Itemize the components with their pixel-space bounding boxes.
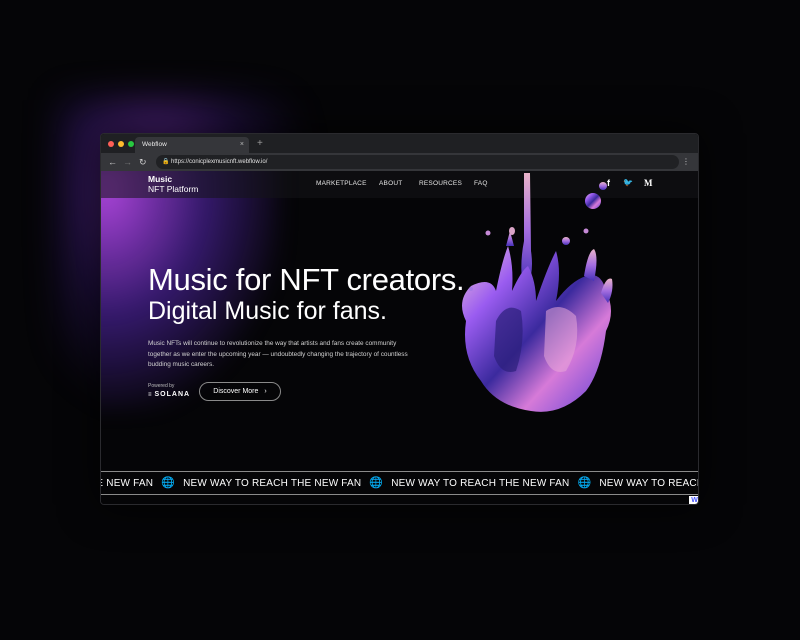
powered-by-label: Powered by [148, 383, 175, 389]
marquee-item: HE NEW FAN [101, 478, 154, 489]
marquee-item: NEW WAY TO REACH THE NEW FAN [183, 478, 362, 489]
chevron-right-icon: › [264, 388, 267, 395]
browser-tab-bar: Webflow × + [101, 134, 698, 153]
marquee-track: HE NEW FAN 🌐 NEW WAY TO REACH THE NEW FAN 🌐… [101, 476, 698, 489]
tab-close-icon[interactable]: × [240, 137, 244, 153]
window-maximize-button[interactable] [128, 141, 134, 147]
browser-tab[interactable]: Webflow × [135, 137, 249, 153]
logo-line2: NFT Platform [148, 184, 199, 194]
address-bar[interactable]: 🔒 https://conicplexmusicnft.webflow.io/ [156, 155, 679, 169]
window-minimize-button[interactable] [118, 141, 124, 147]
nav-link-about[interactable]: ABOUT [379, 180, 402, 187]
marquee-banner: HE NEW FAN 🌐 NEW WAY TO REACH THE NEW FAN 🌐… [101, 471, 698, 495]
globe-icon: 🌐 [577, 477, 592, 489]
discover-more-button[interactable]: Discover More › [199, 382, 281, 401]
browser-menu-icon[interactable]: ⋮ [682, 156, 690, 168]
globe-icon: 🌐 [369, 477, 384, 489]
solana-icon: ≡ [148, 392, 153, 398]
hero-title: Music for NFT creators. [148, 262, 465, 297]
browser-toolbar: ← → ↻ 🔒 https://conicplexmusicnft.webflo… [101, 153, 698, 171]
powered-by-solana: Powered by ≡ SOLANA [148, 383, 190, 398]
lock-icon: 🔒 [162, 159, 170, 165]
url-text: https://conicplexmusicnft.webflow.io/ [171, 159, 268, 165]
liquid-sculpture-image [462, 173, 613, 412]
webflow-badge-icon[interactable]: W [689, 496, 698, 504]
discover-more-label: Discover More [213, 388, 259, 395]
hero-description: Music NFTs will continue to revolutioniz… [148, 340, 408, 368]
globe-icon: 🌐 [161, 477, 176, 489]
forward-arrow-icon[interactable]: → [123, 156, 132, 168]
hero-subtitle: Digital Music for fans. [148, 297, 387, 325]
marquee-item: NEW WAY TO REACH THE NEW FAN [599, 478, 698, 489]
reload-icon[interactable]: ↻ [139, 156, 147, 168]
back-arrow-icon[interactable]: ← [108, 156, 117, 168]
browser-window: Webflow × + ← → ↻ 🔒 https://conicplexmus… [100, 133, 699, 505]
new-tab-button[interactable]: + [257, 137, 263, 151]
window-close-button[interactable] [108, 141, 114, 147]
webpage: Music NFT Platform MARKETPLACE ABOUT RES… [101, 171, 698, 504]
solana-logo: ≡ SOLANA [148, 391, 190, 398]
solana-text: SOLANA [154, 391, 191, 398]
nav-link-marketplace[interactable]: MARKETPLACE [316, 180, 367, 187]
site-logo[interactable]: Music NFT Platform [148, 174, 198, 194]
logo-line1: Music [148, 174, 173, 184]
tab-title: Webflow [142, 141, 167, 148]
marquee-item: NEW WAY TO REACH THE NEW FAN [391, 478, 570, 489]
